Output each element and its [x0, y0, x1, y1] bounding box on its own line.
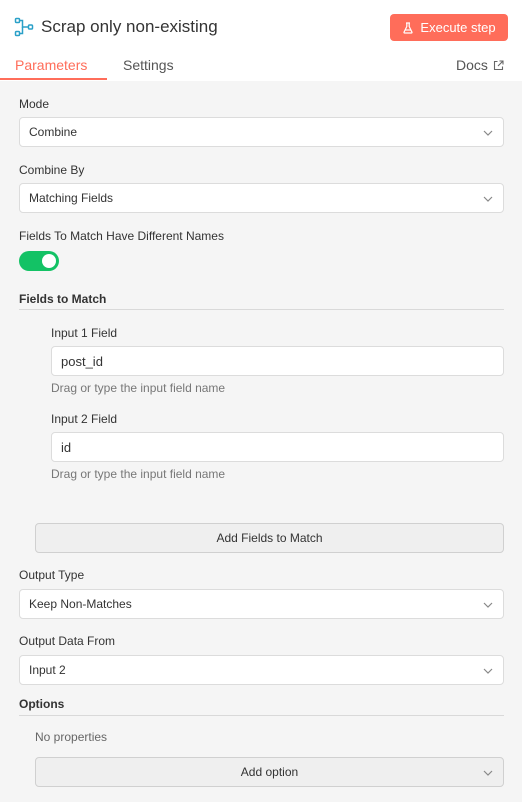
output-data-from-select[interactable]: Input 2	[19, 655, 504, 685]
active-tab-indicator	[0, 78, 107, 80]
add-option-button[interactable]: Add option	[35, 757, 504, 787]
output-type-select[interactable]: Keep Non-Matches	[19, 589, 504, 619]
chevron-down-icon	[483, 196, 493, 202]
chevron-down-icon	[483, 130, 493, 136]
add-fields-to-match-button[interactable]: Add Fields to Match	[35, 523, 504, 553]
options-heading: Options	[19, 697, 65, 711]
mode-value: Combine	[29, 125, 78, 139]
docs-label: Docs	[456, 57, 488, 73]
section-divider	[19, 309, 504, 310]
toggle-knob	[42, 254, 56, 268]
mode-select[interactable]: Combine	[19, 117, 504, 147]
tab-parameters[interactable]: Parameters	[15, 57, 87, 73]
fields-to-match-heading: Fields to Match	[19, 292, 107, 306]
section-divider	[19, 715, 504, 716]
node-title[interactable]: Scrap only non-existing	[41, 17, 218, 37]
input1-field-hint: Drag or type the input field name	[51, 381, 226, 395]
input2-field-hint: Drag or type the input field name	[51, 467, 226, 481]
output-data-from-value: Input 2	[29, 663, 66, 677]
output-type-label: Output Type	[19, 568, 85, 582]
external-link-icon	[493, 59, 504, 70]
flask-icon	[403, 21, 414, 34]
input2-field-value: id	[61, 439, 72, 455]
combine-by-value: Matching Fields	[29, 191, 114, 205]
merge-node-icon	[14, 17, 34, 37]
combine-by-select[interactable]: Matching Fields	[19, 183, 504, 213]
no-properties-text: No properties	[35, 730, 108, 744]
mode-label: Mode	[19, 97, 50, 111]
docs-link[interactable]: Docs	[456, 57, 504, 73]
node-header: Scrap only non-existing Execute step Par…	[0, 0, 522, 81]
input1-field-value: post_id	[61, 353, 103, 369]
input1-field-label: Input 1 Field	[51, 326, 118, 340]
chevron-down-icon	[483, 602, 493, 608]
add-fields-to-match-label: Add Fields to Match	[216, 531, 323, 545]
input2-field-label: Input 2 Field	[51, 412, 118, 426]
output-data-from-label: Output Data From	[19, 634, 116, 648]
chevron-down-icon	[483, 770, 493, 776]
chevron-down-icon	[483, 668, 493, 674]
tab-settings[interactable]: Settings	[123, 57, 174, 73]
input2-field-input[interactable]: id	[51, 432, 504, 462]
add-option-label: Add option	[240, 765, 299, 779]
input1-field-input[interactable]: post_id	[51, 346, 504, 376]
different-names-toggle[interactable]	[19, 251, 59, 271]
different-names-label: Fields To Match Have Different Names	[19, 229, 224, 243]
combine-by-label: Combine By	[19, 163, 85, 177]
execute-step-label: Execute step	[420, 20, 496, 35]
output-type-value: Keep Non-Matches	[29, 597, 132, 611]
execute-step-button[interactable]: Execute step	[390, 14, 508, 41]
